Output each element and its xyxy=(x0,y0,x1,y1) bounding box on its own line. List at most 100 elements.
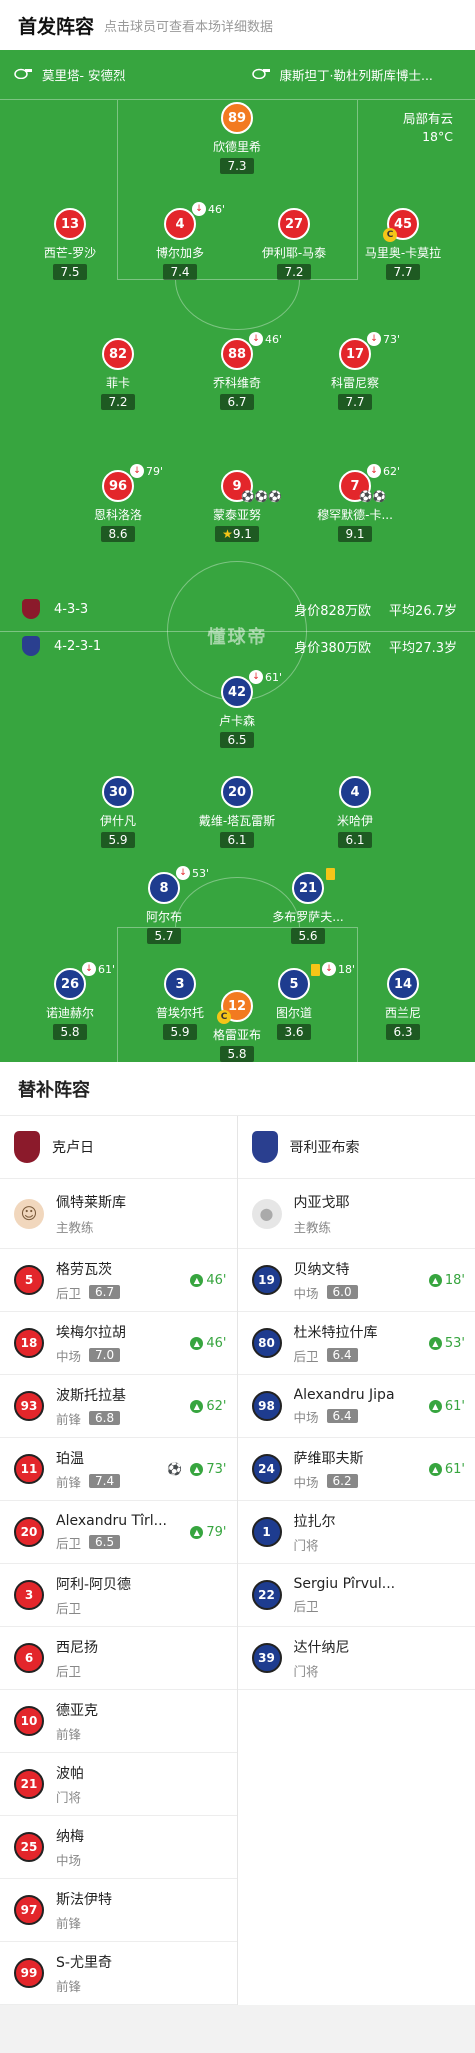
player-name: 伊利耶-马泰 xyxy=(261,246,327,260)
away-player[interactable]: 14 西兰尼 6.3 xyxy=(353,968,453,1040)
sub-out-icon: ↓ xyxy=(176,866,190,880)
sub-player-row[interactable]: 5 格劳瓦茨 后卫 6.7 ▲ 46' xyxy=(0,1249,237,1312)
player-name: 西芒-罗沙 xyxy=(43,246,97,260)
sub-off-mark: ↓ 73' xyxy=(367,332,400,346)
sub-player-row[interactable]: 22 Sergiu Pîrvul... 后卫 xyxy=(237,1564,475,1627)
home-coach[interactable]: 莫里塔- 安德烈 xyxy=(0,65,238,84)
player-rating: 6.4 xyxy=(326,1348,358,1362)
sub-player-row[interactable]: 93 波斯托拉基 前锋 6.8 ▲ 62' xyxy=(0,1375,237,1438)
home-team-header[interactable]: 克卢日 xyxy=(0,1116,237,1179)
sub-player-row[interactable]: 20 Alexandru Tîrl... 后卫 6.5 ▲ 79' xyxy=(0,1501,237,1564)
player-number: 14 xyxy=(387,968,419,1000)
sub-player-row[interactable]: 24 萨维耶夫斯 中场 6.2 ▲ 61' xyxy=(237,1438,475,1501)
sub-out-icon: ↓ xyxy=(367,332,381,346)
sub-player-row[interactable]: 98 Alexandru Jipa 中场 6.4 ▲ 61' xyxy=(237,1375,475,1438)
player-number: 30 xyxy=(102,776,134,808)
home-coach-row[interactable]: ☺ 佩特莱斯库 主教练 xyxy=(0,1179,237,1249)
captain-icon: C xyxy=(217,1010,231,1024)
player-number: 11 xyxy=(14,1454,44,1484)
away-player[interactable]: 30 伊什凡 5.9 xyxy=(68,776,168,848)
away-player[interactable]: 8 ↓ 53' 阿尔布 5.7 xyxy=(114,866,214,944)
away-avg-age: 平均27.3岁 xyxy=(389,640,457,656)
player-position: 门将 xyxy=(293,1537,319,1553)
sub-player-row[interactable]: 11 珀温 前锋 7.4 ⚽ ▲ 73' xyxy=(0,1438,237,1501)
sub-player-row[interactable]: 19 贝纳文特 中场 6.0 ▲ 18' xyxy=(237,1249,475,1312)
player-position: 前锋 xyxy=(56,1474,82,1490)
player-rating: 8.6 xyxy=(101,526,135,542)
sub-player-row[interactable]: 25 纳梅 中场 xyxy=(0,1816,237,1879)
player-name: Alexandru Jipa xyxy=(293,1386,395,1403)
player-position: 后卫 xyxy=(56,1600,82,1616)
away-player[interactable]: 21 多布罗萨夫... 5.6 xyxy=(258,868,358,944)
sub-in-mark: ▲ 18' xyxy=(428,1273,465,1288)
player-name: Alexandru Tîrl... xyxy=(56,1512,167,1529)
player-name: 阿利-阿贝德 xyxy=(56,1576,132,1593)
sub-player-row[interactable]: 10 德亚克 前锋 xyxy=(0,1690,237,1753)
home-player[interactable]: 7 ↓ 62' ⚽⚽ 穆罕默德-卡... 9.1 xyxy=(305,464,405,542)
home-player[interactable]: 45 C 马里奥-卡莫拉 7.7 xyxy=(353,208,453,280)
player-name: 乔科维奇 xyxy=(212,376,261,390)
player-rating: 6.5 xyxy=(89,1535,121,1549)
sub-time: 62' xyxy=(383,464,401,478)
home-player[interactable]: 88 ↓ 46' 乔科维奇 6.7 xyxy=(187,332,287,410)
home-player[interactable]: 13 西芒-罗沙 7.5 xyxy=(20,208,120,280)
away-crest-icon xyxy=(22,636,40,656)
away-player[interactable]: 20 戴维-塔瓦雷斯 6.1 xyxy=(187,776,287,848)
away-coach-row[interactable]: ● 内亚戈耶 主教练 xyxy=(237,1179,475,1249)
player-rating: 6.5 xyxy=(220,732,254,748)
home-player[interactable]: 89 欣德里希 7.3 xyxy=(187,102,287,174)
sub-player-row[interactable]: 3 阿利-阿贝德 后卫 xyxy=(0,1564,237,1627)
player-name: 杜米特拉什库 xyxy=(293,1324,378,1341)
player-name: 穆罕默德-卡... xyxy=(317,508,393,522)
sub-off-mark: ↓ 79' xyxy=(130,464,163,478)
home-player[interactable]: 4 ↓ 46' 博尔加多 7.4 xyxy=(130,202,230,280)
sub-player-row[interactable]: 39 达什纳尼 门将 xyxy=(237,1627,475,1690)
sub-player-row[interactable]: 21 波帕 门将 xyxy=(0,1753,237,1816)
player-rating: 7.7 xyxy=(338,394,372,410)
player-position: 中场 xyxy=(293,1285,319,1301)
player-number: 22 xyxy=(251,1580,282,1610)
away-player[interactable]: 42 ↓ 61' 卢卡森 6.5 xyxy=(187,670,287,748)
lineup-header: 首发阵容 点击球员可查看本场详细数据 xyxy=(0,0,475,50)
player-number: 20 xyxy=(221,776,253,808)
home-player[interactable]: 96 ↓ 79' 恩科洛洛 8.6 xyxy=(68,464,168,542)
player-name: 贝纳文特 xyxy=(293,1261,350,1278)
home-player[interactable]: 9 ⚽⚽⚽ 蒙泰亚努 ★9.1 xyxy=(187,470,287,542)
away-team-header[interactable]: 哥利亚布索 xyxy=(237,1116,475,1179)
weather-condition: 局部有云 xyxy=(402,111,453,126)
sub-player-row[interactable]: 1 拉扎尔 门将 xyxy=(237,1501,475,1564)
sub-in-time: 46' xyxy=(206,1272,227,1288)
away-player[interactable]: 12 C 格雷亚布 5.8 xyxy=(187,990,287,1062)
player-name: 波斯托拉基 xyxy=(56,1387,126,1404)
away-crest-icon xyxy=(251,1131,278,1163)
sub-player-row[interactable]: 18 埃梅尔拉胡 中场 7.0 ▲ 46' xyxy=(0,1312,237,1375)
sub-in-mark: ▲ 46' xyxy=(190,1336,227,1351)
away-coach[interactable]: 康斯坦丁·勒杜列斯库博士... xyxy=(238,65,475,84)
away-player[interactable]: 26 ↓ 61' 诺迪赫尔 5.8 xyxy=(20,962,120,1040)
sub-out-icon: ↓ xyxy=(192,202,206,216)
sub-player-row[interactable]: 6 西尼扬 后卫 xyxy=(0,1627,237,1690)
whistle-icon xyxy=(251,67,270,82)
home-player[interactable]: 82 菲卡 7.2 xyxy=(68,338,168,410)
player-name: 菲卡 xyxy=(105,376,130,390)
sub-off-mark: ↓ 53' xyxy=(176,866,209,880)
player-rating: 7.5 xyxy=(53,264,87,280)
player-number: 1 xyxy=(251,1517,282,1547)
sub-player-row[interactable]: 99 S-尤里奇 前锋 xyxy=(0,1942,237,2005)
team-name: 克卢日 xyxy=(52,1140,94,1156)
sub-in-mark: ▲ 46' xyxy=(190,1272,227,1288)
player-number: 10 xyxy=(14,1706,44,1736)
sub-player-row[interactable]: 97 斯法伊特 前锋 xyxy=(0,1879,237,1942)
away-player[interactable]: 4 米哈伊 6.1 xyxy=(305,776,405,848)
home-coach-name: 莫里塔- 安德烈 xyxy=(42,68,126,83)
home-player[interactable]: 17 ↓ 73' 科雷尼察 7.7 xyxy=(305,332,405,410)
home-player[interactable]: 27 伊利耶-马泰 7.2 xyxy=(244,208,344,280)
player-position: 前锋 xyxy=(56,1978,82,1994)
player-number: 25 xyxy=(14,1832,44,1862)
sub-in-mark: ▲ 61' xyxy=(428,1399,465,1414)
player-rating: 5.9 xyxy=(101,832,135,848)
sub-player-row[interactable]: 80 杜米特拉什库 后卫 6.4 ▲ 53' xyxy=(237,1312,475,1375)
player-number: 13 xyxy=(54,208,86,240)
player-rating: 6.7 xyxy=(220,394,254,410)
player-rating: 6.4 xyxy=(326,1409,358,1423)
